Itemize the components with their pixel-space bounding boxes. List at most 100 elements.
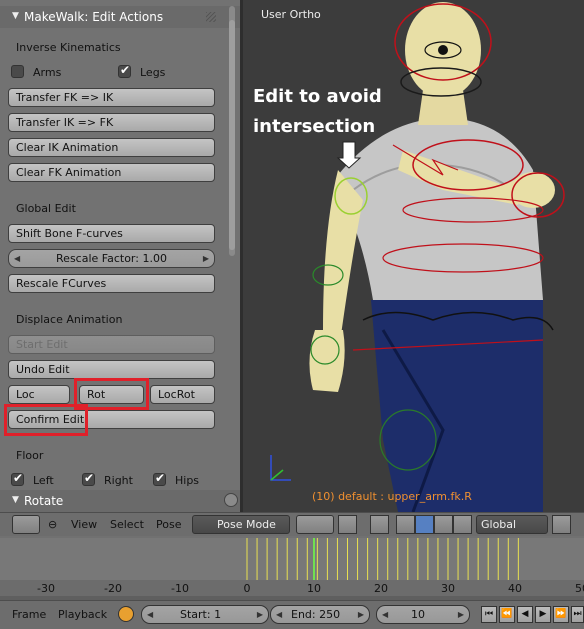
jump-start-icon[interactable]: ⏮ xyxy=(481,606,497,623)
timeline-header: Frame Playback ◀ Start: 1 ▶ ◀ End: 250 ▶… xyxy=(0,600,584,629)
viewport-title: User Ortho xyxy=(261,8,321,21)
play-icon[interactable]: ▶ xyxy=(535,606,551,623)
rescale-factor-slider[interactable]: ◀ Rescale Factor: 1.00 ▶ xyxy=(8,249,215,268)
current-frame-label: 10 xyxy=(411,608,425,621)
circle-widget-icon[interactable] xyxy=(224,493,238,507)
current-frame-field[interactable]: ◀ 10 ▶ xyxy=(376,605,470,624)
jump-keyframe-forward-icon[interactable]: ⏩ xyxy=(553,606,569,623)
rotate-title: Rotate xyxy=(24,494,64,508)
menu-playback[interactable]: Playback xyxy=(58,608,107,621)
timeline-area[interactable] xyxy=(0,538,584,580)
arms-label: Arms xyxy=(33,66,62,79)
clear-ik-animation-button[interactable]: Clear IK Animation xyxy=(8,138,215,157)
translate-manipulator-icon[interactable] xyxy=(415,515,434,534)
collapse-triangle-icon[interactable]: ▼ xyxy=(12,495,19,505)
play-reverse-icon[interactable]: ◀ xyxy=(517,606,533,623)
viewport-status: (10) default : upper_arm.fk.R xyxy=(312,490,472,503)
section-inverse-kinematics: Inverse Kinematics xyxy=(16,41,121,54)
timeline-axis: -30 -20 -10 0 10 20 30 40 50 xyxy=(0,580,584,596)
menu-view[interactable]: View xyxy=(71,518,97,531)
increment-arrow-icon[interactable]: ▶ xyxy=(458,606,464,623)
jump-keyframe-back-icon[interactable]: ⏪ xyxy=(499,606,515,623)
confirm-edit-button[interactable]: Confirm Edit xyxy=(8,410,215,429)
header-edge xyxy=(0,606,6,625)
legs-label: Legs xyxy=(140,66,166,79)
editor-type-cube-icon[interactable] xyxy=(12,515,40,534)
decrement-arrow-icon[interactable]: ◀ xyxy=(147,606,153,623)
timeline-tick-label: 0 xyxy=(243,582,251,595)
timeline-tick-label: -10 xyxy=(171,582,189,595)
undo-edit-button[interactable]: Undo Edit xyxy=(8,360,215,379)
floor-hips-label: Hips xyxy=(175,474,200,487)
pivot-icon[interactable] xyxy=(338,515,357,534)
panel-header-rotate[interactable]: ▼ Rotate xyxy=(0,490,240,512)
increment-arrow-icon[interactable]: ▶ xyxy=(203,250,209,267)
layer-button[interactable] xyxy=(552,515,571,534)
annotation-line-1: Edit to avoid xyxy=(253,86,382,107)
locrot-button[interactable]: LocRot xyxy=(150,385,215,404)
3d-viewport[interactable]: User Ortho Edit to avoid intersection (1… xyxy=(243,0,584,512)
transfer-ik-fk-button[interactable]: Transfer IK => FK xyxy=(8,113,215,132)
shift-bone-fcurves-button[interactable]: Shift Bone F-curves xyxy=(8,224,215,243)
collapse-triangle-icon[interactable]: ▼ xyxy=(12,11,19,21)
timeline-tick-label: -30 xyxy=(37,582,55,595)
shading-dropdown[interactable] xyxy=(296,515,334,534)
section-global-edit: Global Edit xyxy=(16,202,76,215)
panel-scroll-thumb[interactable] xyxy=(229,20,235,250)
end-frame-field[interactable]: ◀ End: 250 ▶ xyxy=(270,605,370,624)
preview-range-icon[interactable] xyxy=(118,606,134,622)
menu-select[interactable]: Select xyxy=(110,518,144,531)
arms-checkbox[interactable] xyxy=(11,65,24,78)
timeline[interactable]: -30 -20 -10 0 10 20 30 40 50 xyxy=(0,536,584,602)
start-frame-label: Start: 1 xyxy=(180,608,222,621)
mode-label: Pose Mode xyxy=(217,518,276,531)
panel-title: MakeWalk: Edit Actions xyxy=(24,10,164,24)
annotation-line-2: intersection xyxy=(253,116,376,137)
floor-hips-checkbox[interactable] xyxy=(153,471,166,486)
increment-arrow-icon[interactable]: ▶ xyxy=(257,606,263,623)
rotate-manipulator-icon[interactable] xyxy=(434,515,453,534)
manipulator-toggle-icon[interactable] xyxy=(396,515,415,534)
tool-panel: ▼ MakeWalk: Edit Actions Inverse Kinemat… xyxy=(0,0,240,512)
timeline-tick-label: 30 xyxy=(441,582,455,595)
loc-button[interactable]: Loc xyxy=(8,385,70,404)
floor-left-checkbox[interactable] xyxy=(11,471,24,486)
3d-view-header: ⊖ View Select Pose Pose Mode Global xyxy=(0,512,584,536)
rot-button[interactable]: Rot xyxy=(79,385,144,404)
panel-header-makewalk[interactable]: ▼ MakeWalk: Edit Actions xyxy=(0,6,240,28)
orientation-dropdown[interactable]: Global xyxy=(476,515,548,534)
header-collapse-icon[interactable]: ⊖ xyxy=(48,518,57,531)
timeline-tick-label: 20 xyxy=(374,582,388,595)
increment-arrow-icon[interactable]: ▶ xyxy=(358,606,364,623)
menu-pose[interactable]: Pose xyxy=(156,518,181,531)
mode-dropdown[interactable]: Pose Mode xyxy=(192,515,290,534)
jump-end-icon[interactable]: ⏭ xyxy=(571,606,584,623)
timeline-tick-label: 50 xyxy=(575,582,584,595)
character-model xyxy=(270,2,565,512)
floor-right-checkbox[interactable] xyxy=(82,471,95,486)
start-frame-field[interactable]: ◀ Start: 1 ▶ xyxy=(141,605,269,624)
timeline-tick-label: 40 xyxy=(508,582,522,595)
menu-frame[interactable]: Frame xyxy=(12,608,46,621)
end-frame-label: End: 250 xyxy=(291,608,341,621)
legs-checkbox[interactable] xyxy=(118,63,131,78)
drag-grip-icon[interactable] xyxy=(206,12,216,22)
scale-manipulator-icon[interactable] xyxy=(453,515,472,534)
transfer-fk-ik-button[interactable]: Transfer FK => IK xyxy=(8,88,215,107)
keyframe-lines xyxy=(246,538,519,580)
clear-fk-animation-button[interactable]: Clear FK Animation xyxy=(8,163,215,182)
rescale-fcurves-button[interactable]: Rescale FCurves xyxy=(8,274,215,293)
orientation-label: Global xyxy=(481,518,517,531)
decrement-arrow-icon[interactable]: ◀ xyxy=(382,606,388,623)
rescale-factor-value: Rescale Factor: 1.00 xyxy=(56,252,167,265)
section-floor: Floor xyxy=(16,449,44,462)
floor-right-label: Right xyxy=(104,474,133,487)
decrement-arrow-icon[interactable]: ◀ xyxy=(14,250,20,267)
decrement-arrow-icon[interactable]: ◀ xyxy=(276,606,282,623)
floor-left-label: Left xyxy=(33,474,54,487)
timeline-tick-label: 10 xyxy=(307,582,321,595)
timeline-tick-label: -20 xyxy=(104,582,122,595)
section-displace-animation: Displace Animation xyxy=(16,313,123,326)
start-edit-button[interactable]: Start Edit xyxy=(8,335,215,354)
snap-icon[interactable] xyxy=(370,515,389,534)
